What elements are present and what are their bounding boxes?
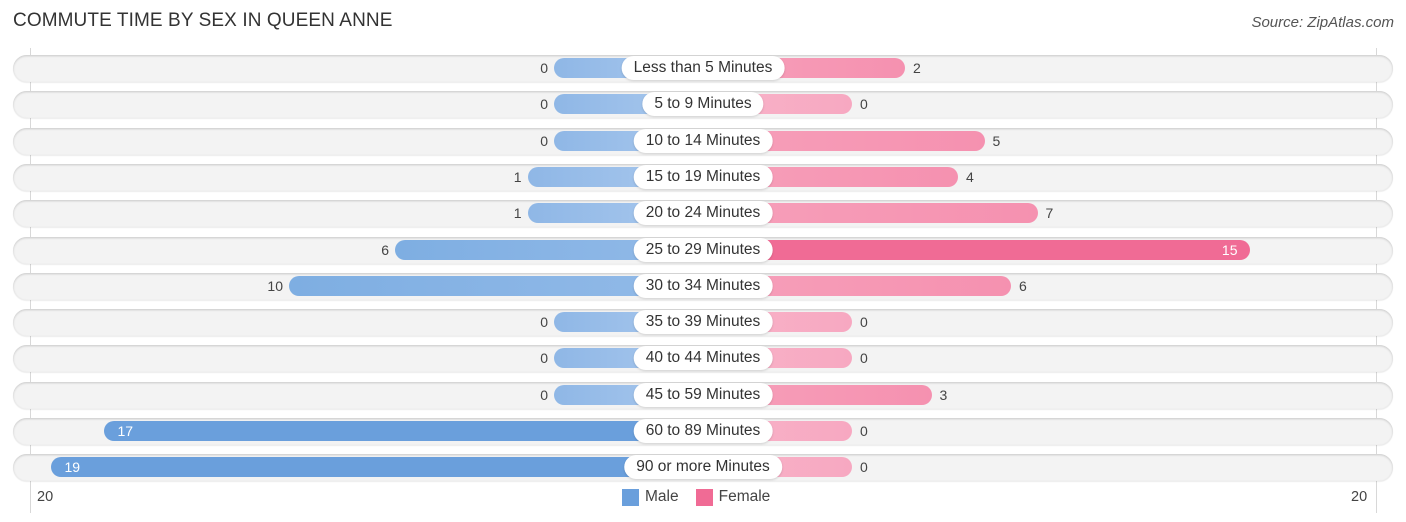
category-label: 90 or more Minutes bbox=[624, 455, 782, 479]
category-label: 15 to 19 Minutes bbox=[633, 165, 773, 189]
legend-swatch-male bbox=[622, 488, 639, 506]
value-label-female: 0 bbox=[860, 314, 868, 330]
value-label-female: 0 bbox=[860, 350, 868, 366]
category-label: 25 to 29 Minutes bbox=[633, 238, 773, 262]
category-label: 20 to 24 Minutes bbox=[633, 201, 773, 225]
legend: Male Female bbox=[622, 488, 787, 506]
category-label: 60 to 89 Minutes bbox=[633, 419, 773, 443]
category-label: 30 to 34 Minutes bbox=[633, 274, 773, 298]
value-label-male: 1 bbox=[513, 169, 522, 185]
value-label-female: 2 bbox=[913, 60, 921, 76]
category-label: 5 to 9 Minutes bbox=[642, 92, 764, 116]
category-label: 10 to 14 Minutes bbox=[633, 129, 773, 153]
category-label: 35 to 39 Minutes bbox=[633, 310, 773, 334]
value-label-female: 15 bbox=[1221, 242, 1238, 258]
legend-label-female: Female bbox=[718, 488, 771, 505]
value-label-male: 0 bbox=[540, 314, 548, 330]
value-label-male: 0 bbox=[540, 60, 548, 76]
value-label-female: 7 bbox=[1045, 205, 1054, 221]
bar-female bbox=[703, 240, 1250, 260]
right-axis-tick: 20 bbox=[1351, 489, 1368, 505]
value-label-male: 17 bbox=[117, 423, 134, 439]
value-label-male: 0 bbox=[540, 133, 548, 149]
value-label-male: 0 bbox=[540, 96, 548, 112]
value-label-male: 19 bbox=[64, 459, 81, 475]
legend-item-male: Male bbox=[622, 488, 679, 506]
value-label-male: 0 bbox=[540, 387, 548, 403]
value-label-female: 3 bbox=[939, 387, 948, 403]
value-label-female: 0 bbox=[860, 423, 868, 439]
category-label: 40 to 44 Minutes bbox=[633, 346, 773, 370]
legend-item-female: Female bbox=[695, 488, 771, 506]
value-label-female: 0 bbox=[860, 459, 868, 475]
legend-swatch-female bbox=[695, 488, 713, 506]
value-label-female: 4 bbox=[966, 169, 974, 185]
chart-title: COMMUTE TIME BY SEX IN QUEEN ANNE bbox=[13, 10, 393, 31]
value-label-male: 6 bbox=[381, 242, 389, 258]
bar-male bbox=[50, 457, 703, 477]
left-axis-tick: 20 bbox=[37, 489, 54, 505]
value-label-female: 0 bbox=[860, 96, 868, 112]
bar-male bbox=[103, 421, 703, 441]
value-label-male: 10 bbox=[267, 278, 283, 294]
category-label: 45 to 59 Minutes bbox=[633, 383, 773, 407]
category-label: Less than 5 Minutes bbox=[621, 56, 785, 80]
value-label-male: 0 bbox=[540, 350, 548, 366]
source-label: Source: ZipAtlas.com bbox=[1251, 14, 1394, 31]
value-label-female: 6 bbox=[1019, 278, 1027, 294]
legend-label-male: Male bbox=[645, 488, 679, 505]
value-label-male: 1 bbox=[513, 205, 522, 221]
value-label-female: 5 bbox=[992, 133, 1001, 149]
